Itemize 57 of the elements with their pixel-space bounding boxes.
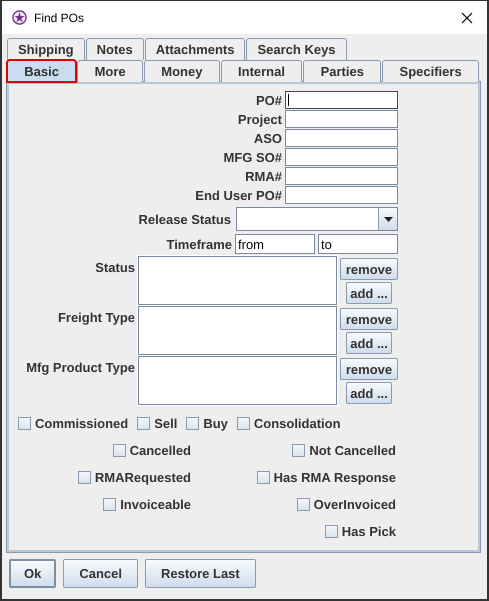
field-label: Freight Type: [58, 310, 135, 325]
input-field[interactable]: from: [235, 234, 315, 254]
field-label: Project: [238, 112, 282, 126]
dropdown[interactable]: [236, 207, 398, 231]
field-label: PO#: [256, 92, 282, 108]
checkbox[interactable]: Buy: [186, 412, 228, 434]
list-box[interactable]: [138, 356, 337, 405]
checkbox[interactable]: Sell: [137, 412, 178, 434]
caret-icon: [384, 216, 392, 222]
dialog-button[interactable]: Cancel: [63, 559, 138, 588]
checkbox[interactable]: Cancelled: [112, 439, 191, 461]
tab[interactable]: Specifiers: [382, 60, 479, 82]
list-box[interactable]: [138, 256, 337, 305]
checkbox[interactable]: OverInvoiced: [296, 493, 396, 515]
tab[interactable]: Basic: [7, 60, 76, 82]
add-button[interactable]: add ...: [346, 282, 392, 304]
input-field[interactable]: [285, 148, 398, 166]
input-field[interactable]: [285, 129, 398, 147]
input-field[interactable]: [285, 91, 398, 109]
checkbox[interactable]: Consolidation: [236, 412, 341, 434]
field-label: Status: [95, 260, 135, 275]
dialog-button[interactable]: Ok: [9, 559, 56, 588]
app-logo-icon: [12, 10, 27, 25]
tab[interactable]: Notes: [86, 38, 144, 60]
field-label: RMA#: [245, 168, 282, 184]
remove-button[interactable]: remove: [340, 258, 398, 280]
close-icon[interactable]: [461, 12, 473, 24]
remove-button[interactable]: remove: [340, 358, 398, 380]
remove-button[interactable]: remove: [340, 308, 398, 330]
field-label: MFG SO#: [223, 150, 282, 164]
window-title: Find POs: [34, 10, 86, 24]
field-label: Release Status: [138, 212, 231, 226]
add-button[interactable]: add ...: [346, 382, 392, 404]
tab[interactable]: Attachments: [144, 38, 246, 60]
add-button[interactable]: add ...: [346, 332, 392, 354]
checkbox[interactable]: Invoiceable: [103, 493, 191, 515]
input-field[interactable]: [285, 186, 398, 204]
input-field[interactable]: to: [318, 234, 398, 254]
field-label: End User PO#: [195, 188, 282, 202]
checkbox[interactable]: Has Pick: [324, 520, 396, 542]
checkbox[interactable]: Not Cancelled: [292, 439, 396, 461]
field-label: ASO: [254, 130, 282, 146]
field-label: Timeframe: [166, 236, 232, 252]
dialog-button[interactable]: Restore Last: [144, 559, 256, 588]
tab[interactable]: Search Keys: [246, 38, 347, 60]
tab[interactable]: Shipping: [7, 38, 85, 60]
tab[interactable]: Internal: [220, 60, 302, 82]
field-label: Mfg Product Type: [26, 360, 135, 375]
tab[interactable]: Parties: [303, 60, 382, 82]
tab[interactable]: More: [77, 60, 143, 82]
checkbox[interactable]: Commissioned: [18, 412, 128, 434]
tab[interactable]: Money: [144, 60, 220, 82]
input-field[interactable]: [285, 110, 398, 128]
input-field[interactable]: [285, 167, 398, 185]
checkbox[interactable]: RMARequested: [78, 466, 191, 488]
checkbox[interactable]: Has RMA Response: [256, 466, 396, 488]
list-box[interactable]: [138, 306, 337, 355]
